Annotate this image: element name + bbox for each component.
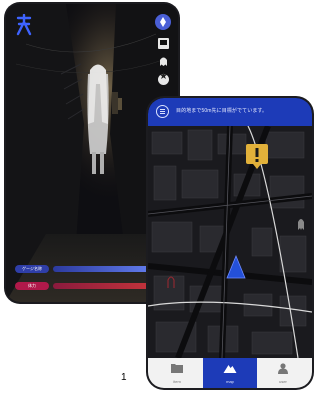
nav-item-map[interactable]: map [203, 358, 257, 388]
person-icon [278, 363, 288, 374]
map-screen: 目的地まで50m先に目標がでています。 item map user [148, 98, 312, 388]
page-number: 1 [121, 372, 127, 383]
header-message: 目的地まで50m先に目標がでています。 [176, 108, 268, 114]
meter-label-1: ゲージ名称 [15, 265, 49, 273]
menu-button[interactable] [156, 105, 169, 118]
ghost-icon[interactable] [158, 56, 169, 67]
nav-label-item: item [173, 379, 181, 384]
nav-label-map: map [226, 379, 234, 384]
star-icon[interactable] [158, 71, 169, 85]
header-bar: 目的地まで50m先に目標がでています。 [148, 98, 312, 126]
bottom-nav: item map user [148, 358, 312, 388]
folder-icon [171, 364, 183, 373]
app-logo-icon [16, 14, 32, 36]
camera-icon[interactable] [158, 38, 169, 49]
nav-item-item[interactable]: item [150, 358, 204, 388]
city-map[interactable] [148, 126, 312, 358]
meter-label-2: 体力 [15, 282, 49, 290]
ghost-marker-icon [298, 219, 304, 230]
nav-label-user: user [279, 379, 287, 384]
nav-item-user[interactable]: user [256, 358, 310, 388]
compass-button[interactable] [155, 14, 171, 30]
mountain-icon [223, 365, 237, 373]
